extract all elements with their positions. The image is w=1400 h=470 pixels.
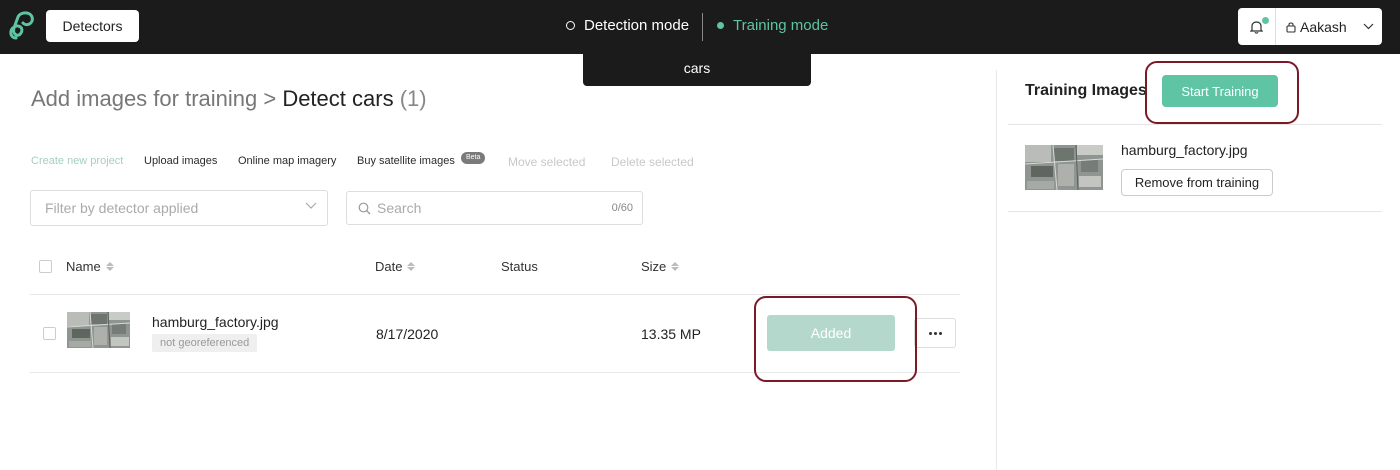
row-file-name[interactable]: hamburg_factory.jpg: [152, 314, 279, 330]
mode-divider: [702, 13, 703, 41]
image-thumbnail: [1025, 145, 1103, 190]
notification-badge: [1262, 17, 1269, 24]
sort-icon: [407, 262, 416, 271]
column-header-size[interactable]: Size: [641, 259, 680, 274]
georeference-tag: not georeferenced: [152, 334, 258, 352]
more-options-button[interactable]: [914, 318, 956, 348]
start-training-button[interactable]: Start Training: [1162, 75, 1278, 107]
search-icon: [358, 202, 371, 214]
column-header-name-label: Name: [66, 259, 101, 274]
training-image-name: hamburg_factory.jpg: [1121, 142, 1248, 158]
image-thumbnail[interactable]: [67, 312, 130, 348]
buy-satellite-images-link[interactable]: Buy satellite images: [357, 155, 455, 167]
page-title-count: (1): [399, 86, 427, 111]
notifications-button[interactable]: [1238, 8, 1276, 45]
training-mode-label: Training mode: [733, 17, 829, 34]
detector-filter-select[interactable]: Filter by detector applied: [30, 190, 328, 226]
sort-icon: [105, 262, 114, 271]
delete-selected-button[interactable]: Delete selected: [611, 155, 694, 169]
search-result-count: 0/60: [611, 202, 633, 214]
row-size: 13.35 MP: [641, 326, 701, 342]
detection-mode-toggle[interactable]: Detection mode: [566, 17, 689, 34]
panel-divider-line: [1008, 211, 1382, 212]
column-header-size-label: Size: [641, 259, 667, 274]
column-header-status-label: Status: [501, 259, 538, 274]
table-divider: [30, 294, 960, 295]
row-checkbox[interactable]: [43, 327, 56, 340]
user-controls: Aakash: [1238, 8, 1382, 45]
move-selected-button[interactable]: Move selected: [508, 155, 585, 169]
beta-badge: Beta: [461, 152, 486, 164]
bell-icon: [1250, 20, 1263, 34]
table-divider: [30, 372, 960, 373]
user-name: Aakash: [1300, 18, 1347, 35]
column-header-status: Status: [501, 259, 538, 274]
column-header-date-label: Date: [375, 259, 403, 274]
upload-images-link[interactable]: Upload images: [144, 155, 217, 167]
row-date: 8/17/2020: [376, 326, 439, 342]
ellipsis-icon: [928, 331, 942, 335]
search-placeholder: Search: [377, 200, 422, 216]
chevron-down-icon: [305, 202, 317, 209]
create-new-project-link[interactable]: Create new project: [31, 155, 123, 167]
added-button[interactable]: Added: [767, 315, 895, 351]
online-map-imagery-link[interactable]: Online map imagery: [238, 155, 336, 167]
page-title: Add images for training > Detect cars (1…: [31, 86, 427, 112]
lock-icon: [1286, 21, 1296, 33]
user-menu-button[interactable]: Aakash: [1276, 8, 1382, 45]
dot-icon: [717, 22, 724, 29]
ring-icon: [566, 21, 575, 30]
detection-mode-label: Detection mode: [584, 17, 690, 34]
top-bar: Detectors Detection mode Training mode A…: [0, 0, 1400, 54]
search-input[interactable]: Search 0/60: [346, 191, 643, 225]
filter-placeholder: Filter by detector applied: [45, 200, 199, 216]
panel-divider: [996, 70, 997, 470]
column-header-date[interactable]: Date: [375, 259, 416, 274]
page-title-detector: Detect cars: [282, 86, 394, 111]
detectors-button[interactable]: Detectors: [46, 10, 139, 42]
looped-p-logo-icon[interactable]: [6, 8, 38, 42]
detector-tab-cars[interactable]: cars: [583, 54, 811, 86]
training-mode-toggle[interactable]: Training mode: [717, 17, 828, 34]
sort-icon: [671, 262, 680, 271]
panel-divider-line: [1008, 124, 1382, 125]
page-title-prefix: Add images for training: [31, 86, 258, 111]
chevron-down-icon: [1363, 23, 1374, 30]
remove-from-training-button[interactable]: Remove from training: [1121, 169, 1273, 196]
training-images-title: Training Images: [1025, 82, 1147, 99]
page-title-separator: >: [257, 86, 283, 111]
column-header-name[interactable]: Name: [66, 259, 114, 274]
select-all-checkbox[interactable]: [39, 260, 52, 273]
